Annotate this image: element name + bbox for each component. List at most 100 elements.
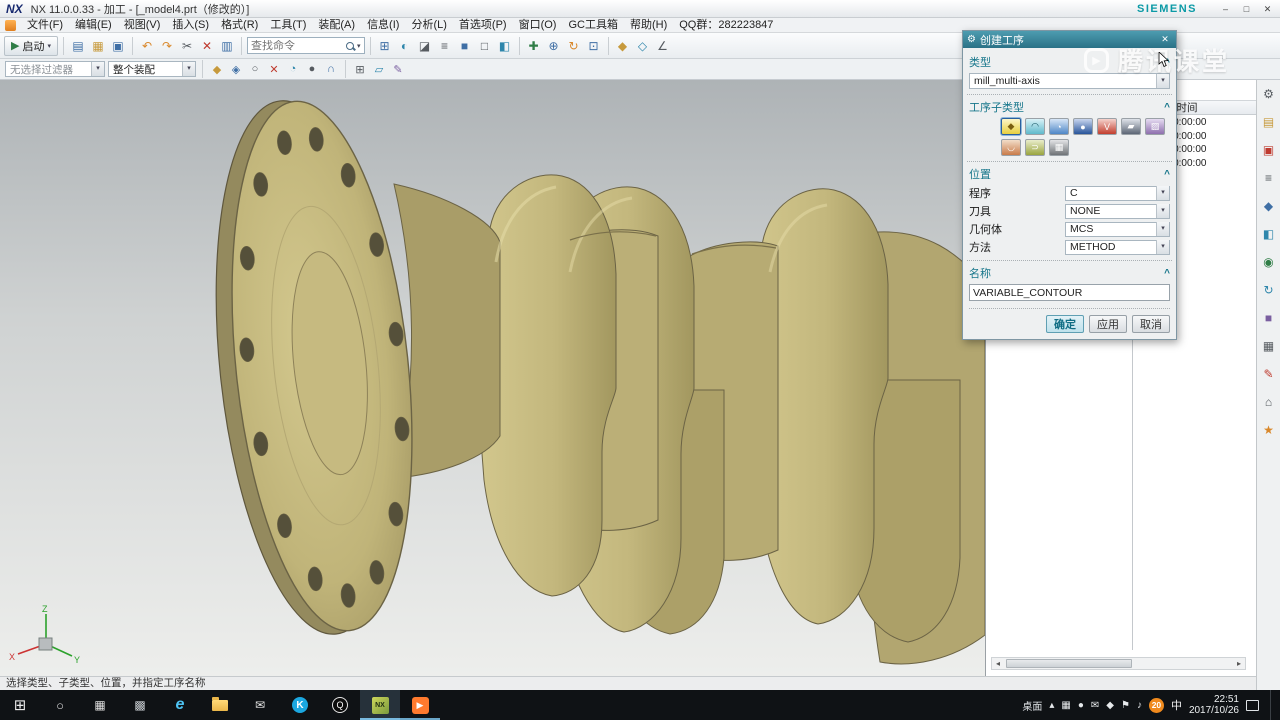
subtype-icon-variable-contour[interactable]: ◆ <box>1001 118 1021 135</box>
menu-information[interactable]: 信息(I) <box>361 18 405 33</box>
chevron-down-icon[interactable]: ▾ <box>1156 222 1169 236</box>
measure-icon[interactable]: ∠ <box>654 37 672 55</box>
menu-format[interactable]: 格式(R) <box>215 18 264 33</box>
horizontal-scrollbar[interactable]: ◂ ▸ <box>991 657 1246 670</box>
part-navigator-icon[interactable]: ≡ <box>1260 169 1277 186</box>
taskbar-qq[interactable]: Q <box>320 690 360 720</box>
delete-icon[interactable]: ✕ <box>198 37 216 55</box>
tray-flag-icon[interactable]: ⚑ <box>1121 700 1130 711</box>
crankshaft-model[interactable] <box>0 80 985 676</box>
menu-qq-group[interactable]: QQ群：282223847 <box>673 18 779 33</box>
menu-gc-toolbox[interactable]: GC工具箱 <box>562 18 624 33</box>
selection-scope-dropdown[interactable]: 整个装配 ▾ <box>108 61 196 77</box>
cut-icon[interactable]: ✂ <box>178 37 196 55</box>
scroll-left-icon[interactable]: ◂ <box>992 659 1004 668</box>
desktop-toolbar-label[interactable]: 桌面 <box>1022 698 1042 713</box>
rotate-view-icon[interactable]: ↻ <box>565 37 583 55</box>
subtype-icon-contour-area[interactable]: ◔ <box>1049 118 1069 135</box>
shaded-view-icon[interactable]: ■ <box>456 37 474 55</box>
view-orient-icon[interactable]: ◐ <box>396 37 414 55</box>
process-studio-icon[interactable]: ■ <box>1260 309 1277 326</box>
favorites-icon[interactable]: ★ <box>1260 421 1277 438</box>
taskbar-nx-app[interactable]: NX <box>360 690 400 720</box>
dialog-titlebar[interactable]: ⚙ 创建工序 ✕ <box>963 31 1176 48</box>
snap-existing-point-icon[interactable]: ● <box>304 61 320 77</box>
chevron-down-icon[interactable]: ▾ <box>182 62 195 76</box>
window-layout-icon[interactable]: ⊞ <box>376 37 394 55</box>
snap-tangent-icon[interactable]: ∩ <box>323 61 339 77</box>
menu-insert[interactable]: 插入(S) <box>166 18 215 33</box>
task-view-button[interactable]: ▦ <box>80 690 120 720</box>
tray-expand-icon[interactable]: ▴ <box>1049 700 1054 711</box>
program-dropdown[interactable]: C ▾ <box>1065 186 1170 201</box>
redo-icon[interactable]: ↷ <box>158 37 176 55</box>
type-section-header[interactable]: 类型 ^ <box>969 54 1170 70</box>
menu-preferences[interactable]: 首选项(P) <box>453 18 513 33</box>
save-icon[interactable]: ▣ <box>109 37 127 55</box>
dialog-close-icon[interactable]: ✕ <box>1158 34 1172 45</box>
manufacturing-wizard-icon[interactable]: ▦ <box>1260 337 1277 354</box>
start-menu-button[interactable]: ▶ 启动 ▾ <box>4 36 58 56</box>
chevron-down-icon[interactable]: ▾ <box>91 62 104 76</box>
menu-tools[interactable]: 工具(T) <box>264 18 312 33</box>
cancel-button[interactable]: 取消 <box>1132 315 1170 333</box>
taskbar-mail[interactable]: ✉ <box>240 690 280 720</box>
subtype-section-header[interactable]: 工序子类型 ^ <box>969 99 1170 115</box>
tool-dropdown[interactable]: NONE ▾ <box>1065 204 1170 219</box>
collapse-chevron-icon[interactable]: ^ <box>1164 169 1170 180</box>
geometry-dropdown[interactable]: MCS ▾ <box>1065 222 1170 237</box>
notification-center-icon[interactable] <box>1246 700 1259 711</box>
menu-assembly[interactable]: 装配(A) <box>312 18 361 33</box>
taskbar-app-tiles[interactable]: ▩ <box>120 690 160 720</box>
tray-cloud-icon[interactable]: ● <box>1078 700 1084 711</box>
subtype-icon-variable-streamline[interactable]: ◠ <box>1025 118 1045 135</box>
scrollbar-thumb[interactable] <box>1006 659 1132 668</box>
chevron-down-icon[interactable]: ▾ <box>1156 186 1169 200</box>
new-file-icon[interactable]: ▤ <box>69 37 87 55</box>
subtype-icon-vc-flowcut[interactable]: V <box>1097 118 1117 135</box>
type-dropdown[interactable]: mill_multi-axis ▾ <box>969 73 1170 89</box>
method-dropdown[interactable]: METHOD ▾ <box>1065 240 1170 255</box>
menu-window[interactable]: 窗口(O) <box>513 18 563 33</box>
close-button[interactable]: ✕ <box>1259 2 1276 15</box>
display-mode-icon[interactable]: ◪ <box>416 37 434 55</box>
apply-button[interactable]: 应用 <box>1089 315 1127 333</box>
reuse-library-icon[interactable]: ◆ <box>1260 197 1277 214</box>
notes-icon[interactable]: ✎ <box>1260 365 1277 382</box>
search-icon[interactable] <box>346 42 354 50</box>
tray-display-icon[interactable]: ▦ <box>1061 700 1070 711</box>
collapse-chevron-icon[interactable]: ^ <box>1164 57 1170 68</box>
tray-security-icon[interactable]: ◆ <box>1106 700 1114 711</box>
constraint-navigator-icon[interactable]: ▣ <box>1260 141 1277 158</box>
location-section-header[interactable]: 位置 ^ <box>969 166 1170 182</box>
snap-midpoint-icon[interactable]: ◈ <box>228 61 244 77</box>
datum-plane-icon[interactable]: ◆ <box>614 37 632 55</box>
subtype-icon-sequential-mill[interactable]: ▨ <box>1145 118 1165 135</box>
snap-point-icon[interactable]: ◇ <box>634 37 652 55</box>
view-manager-icon[interactable]: ◧ <box>1260 225 1277 242</box>
ime-indicator[interactable]: 中 <box>1171 697 1182 713</box>
snap-center-icon[interactable]: ○ <box>247 61 263 77</box>
name-section-header[interactable]: 名称 ^ <box>969 265 1170 281</box>
snap-quadrant-icon[interactable]: ◔ <box>285 61 301 77</box>
selection-filter-dropdown[interactable]: 无选择过滤器 ▾ <box>5 61 105 77</box>
menu-analysis[interactable]: 分析(L) <box>405 18 452 33</box>
pan-view-icon[interactable]: ✚ <box>525 37 543 55</box>
open-file-icon[interactable]: ▦ <box>89 37 107 55</box>
search-input[interactable] <box>251 40 343 52</box>
subtype-icon-tube-rough[interactable]: ◡ <box>1001 139 1021 156</box>
chevron-down-icon[interactable]: ▾ <box>1156 240 1169 254</box>
assembly-navigator-icon[interactable]: ▤ <box>1260 113 1277 130</box>
undo-icon[interactable]: ↶ <box>138 37 156 55</box>
layers-icon[interactable]: ≡ <box>436 37 454 55</box>
subtype-icon-generic-motion[interactable]: ▦ <box>1049 139 1069 156</box>
scroll-right-icon[interactable]: ▸ <box>1233 659 1245 668</box>
ok-button[interactable]: 确定 <box>1046 315 1084 333</box>
tray-mail-icon[interactable]: ✉ <box>1091 700 1099 711</box>
menu-file[interactable]: 文件(F) <box>21 18 69 33</box>
snap-endpoint-icon[interactable]: ◆ <box>209 61 225 77</box>
subtype-icon-solid-profile-3d[interactable]: ▰ <box>1121 118 1141 135</box>
maximize-button[interactable]: □ <box>1238 2 1255 15</box>
plane-tool-icon[interactable]: ▱ <box>371 61 387 77</box>
menu-help[interactable]: 帮助(H) <box>624 18 673 33</box>
